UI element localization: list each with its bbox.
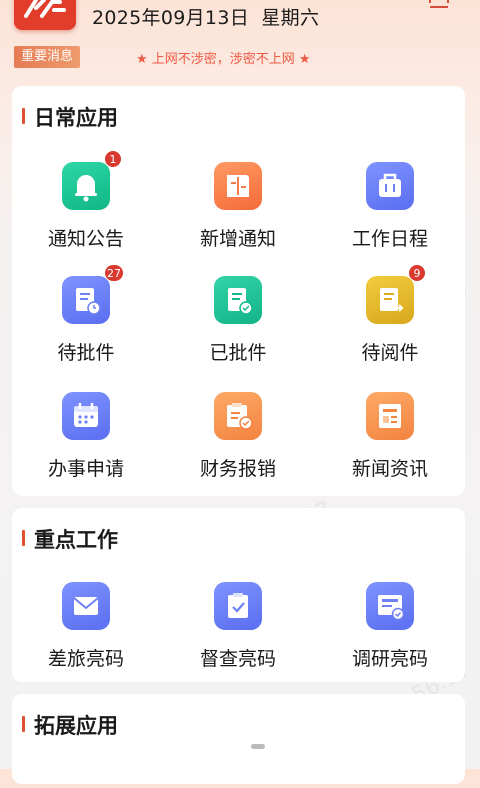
- scroll-indicator: [251, 744, 265, 749]
- to-read-doc-icon: [366, 276, 414, 324]
- app-tile-approved[interactable]: 已批件: [178, 276, 298, 386]
- scan-icon[interactable]: [428, 0, 450, 10]
- doc-add-icon: [214, 162, 262, 210]
- app-label: 差旅亮码: [47, 648, 124, 670]
- date-text: 2025年09月13日: [92, 7, 250, 29]
- app-tile-application[interactable]: 办事申请: [26, 392, 146, 502]
- bell-icon: [62, 162, 110, 210]
- section-marker: [22, 530, 25, 546]
- clipboard-icon: [214, 582, 262, 630]
- unread-count-badge: 27: [104, 264, 124, 282]
- app-tile-survey-code[interactable]: 调研亮码: [330, 582, 450, 692]
- app-tile-to-read[interactable]: 9 待阅件: [330, 264, 450, 386]
- extended-apps-card: 拓展应用: [12, 694, 465, 784]
- app-label: 通知公告: [47, 228, 124, 250]
- brand-logo-icon: [14, 0, 76, 30]
- section-marker: [22, 716, 25, 732]
- app-tile-supervision-code[interactable]: 督查亮码: [178, 582, 298, 692]
- unread-count-badge: 9: [408, 264, 426, 282]
- current-date: 2025年09月13日 星期六: [92, 3, 319, 30]
- approved-doc-icon: [214, 276, 262, 324]
- app-label: 新增通知: [199, 228, 276, 250]
- weekday-text: 星期六: [261, 7, 320, 29]
- app-tile-news[interactable]: 新闻资讯: [330, 392, 450, 502]
- pending-doc-icon: [62, 276, 110, 324]
- news-icon: [366, 392, 414, 440]
- app-tile-travel-code[interactable]: 差旅亮码: [26, 582, 146, 692]
- app-tile-new-notice[interactable]: 新增通知: [178, 162, 298, 272]
- app-tile-pending[interactable]: 27 待批件: [26, 264, 146, 386]
- important-message-badge: 重要消息: [14, 46, 81, 68]
- daily-apps-card: 日常应用 1 通知公告 新增通知 工作日程 27 待批件 已批件 9 待阅件 办…: [12, 86, 465, 496]
- app-header: 2025年09月13日 星期六: [0, 0, 480, 40]
- app-tile-schedule[interactable]: 工作日程: [330, 162, 450, 272]
- app-label: 已批件: [209, 342, 267, 364]
- section-marker: [22, 108, 25, 124]
- app-tile-notice[interactable]: 1 通知公告: [26, 150, 146, 272]
- briefcase-icon: [366, 162, 414, 210]
- app-label: 办事申请: [47, 458, 124, 480]
- notice-text: ★ 上网不涉密，涉密不上网 ★: [136, 52, 311, 67]
- survey-icon: [366, 582, 414, 630]
- app-label: 新闻资讯: [351, 458, 428, 480]
- app-label: 待阅件: [361, 342, 419, 364]
- app-label: 调研亮码: [351, 648, 428, 670]
- unread-count-badge: 1: [104, 150, 122, 168]
- envelope-icon: [62, 582, 110, 630]
- section-title-key-work: 重点工作: [34, 528, 118, 552]
- app-label: 待批件: [57, 342, 115, 364]
- section-title-daily: 日常应用: [34, 106, 118, 130]
- app-label: 督查亮码: [199, 648, 276, 670]
- app-label: 工作日程: [351, 228, 428, 250]
- calendar-icon: [62, 392, 110, 440]
- app-tile-reimbursement[interactable]: 财务报销: [178, 392, 298, 502]
- notice-bar[interactable]: 重要消息 ★ 上网不涉密，涉密不上网 ★: [14, 46, 466, 68]
- clipboard-check-icon: [214, 392, 262, 440]
- app-label: 财务报销: [199, 458, 276, 480]
- section-title-extended: 拓展应用: [34, 714, 118, 738]
- key-work-card: 重点工作 差旅亮码 督查亮码 调研亮码: [12, 508, 465, 682]
